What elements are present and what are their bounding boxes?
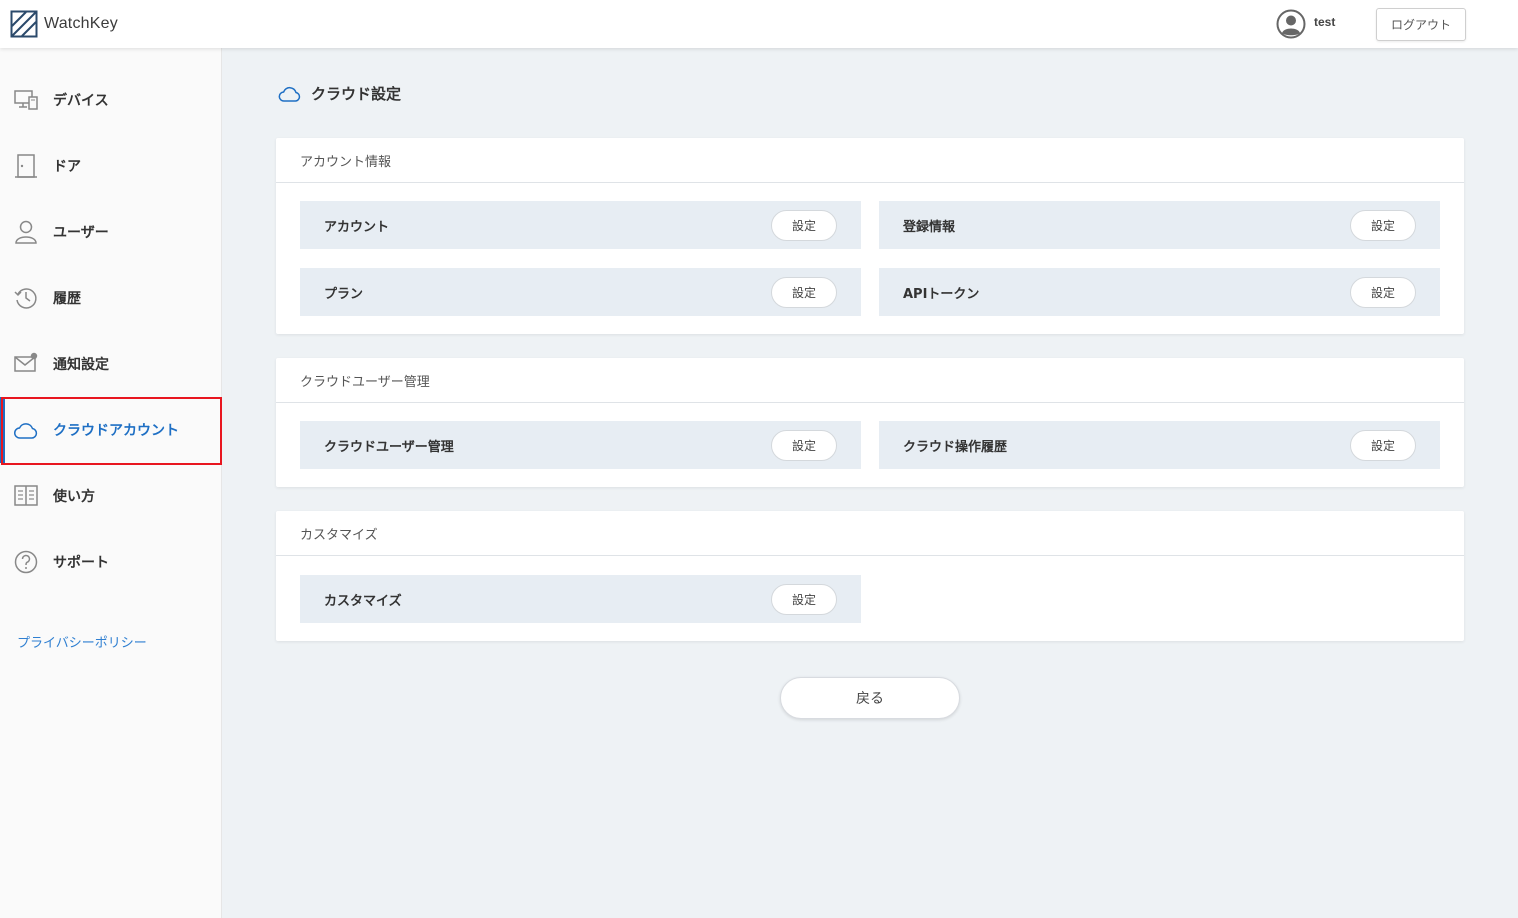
cloud-users-settings-button[interactable]: 設定: [771, 430, 837, 461]
sidebar-item-how-to-use[interactable]: 使い方: [0, 463, 222, 529]
sidebar-item-notifications[interactable]: 通知設定: [0, 331, 222, 397]
watchkey-logo-icon: [10, 10, 38, 38]
setting-row-registration: 登録情報 設定: [879, 201, 1440, 249]
setting-row-account: アカウント 設定: [300, 201, 861, 249]
account-settings-button[interactable]: 設定: [771, 210, 837, 241]
section-heading: カスタマイズ: [276, 511, 1464, 556]
back-button[interactable]: 戻る: [780, 677, 960, 719]
sidebar-item-label: クラウドアカウント: [53, 423, 179, 439]
user-avatar-icon: [1276, 9, 1306, 39]
section-heading: アカウント情報: [276, 138, 1464, 183]
sidebar-item-label: ユーザー: [53, 225, 109, 241]
logo[interactable]: WatchKey: [10, 10, 118, 38]
sidebar-item-label: デバイス: [53, 93, 109, 109]
section-customize: カスタマイズ カスタマイズ 設定: [276, 511, 1464, 641]
cloud-icon: [14, 423, 38, 439]
book-icon: [14, 485, 38, 506]
help-icon: [14, 550, 38, 574]
privacy-policy-link[interactable]: プライバシーポリシー: [17, 632, 147, 651]
setting-label: プラン: [324, 286, 364, 302]
user-menu[interactable]: test: [1276, 9, 1335, 39]
plan-settings-button[interactable]: 設定: [771, 277, 837, 308]
sidebar-item-history[interactable]: 履歴: [0, 265, 222, 331]
customize-settings-button[interactable]: 設定: [771, 584, 837, 615]
top-header: WatchKey test ログアウト: [0, 0, 1518, 48]
user-icon: [15, 220, 37, 244]
setting-label: クラウドユーザー管理: [324, 439, 454, 455]
sidebar-item-support[interactable]: サポート: [0, 529, 222, 595]
sidebar-item-users[interactable]: ユーザー: [0, 199, 222, 265]
door-icon: [15, 154, 37, 178]
page-title: クラウド設定: [278, 82, 401, 104]
sidebar-item-label: 履歴: [53, 291, 81, 307]
cloud-history-settings-button[interactable]: 設定: [1350, 430, 1416, 461]
logo-text: WatchKey: [44, 15, 118, 32]
user-name: test: [1314, 15, 1336, 29]
sidebar-item-label: 使い方: [53, 489, 95, 505]
logout-button[interactable]: ログアウト: [1376, 8, 1466, 41]
section-account-info: アカウント情報 アカウント 設定 登録情報 設定 プラン 設定 APIトークン …: [276, 138, 1464, 334]
sidebar: デバイス ドア ユーザー 履歴 通知設定 クラウドアカウント 使い方 サポート …: [0, 48, 222, 918]
setting-row-cloud-history: クラウド操作履歴 設定: [879, 421, 1440, 469]
setting-label: APIトークン: [903, 286, 980, 302]
section-heading: クラウドユーザー管理: [276, 358, 1464, 403]
history-icon: [14, 288, 37, 309]
setting-row-customize: カスタマイズ 設定: [300, 575, 861, 623]
sidebar-item-doors[interactable]: ドア: [0, 133, 222, 199]
setting-row-cloud-users: クラウドユーザー管理 設定: [300, 421, 861, 469]
setting-row-api-token: APIトークン 設定: [879, 268, 1440, 316]
setting-label: カスタマイズ: [324, 593, 402, 609]
mail-icon: [14, 352, 38, 372]
registration-settings-button[interactable]: 設定: [1350, 210, 1416, 241]
monitor-icon: [14, 90, 38, 110]
setting-label: クラウド操作履歴: [903, 439, 1008, 455]
setting-label: アカウント: [324, 219, 390, 235]
page-title-text: クラウド設定: [311, 84, 402, 103]
setting-label: 登録情報: [903, 219, 956, 235]
sidebar-item-label: ドア: [53, 159, 81, 175]
section-cloud-user-management: クラウドユーザー管理 クラウドユーザー管理 設定 クラウド操作履歴 設定: [276, 358, 1464, 487]
sidebar-item-devices[interactable]: デバイス: [0, 67, 222, 133]
sidebar-item-label: サポート: [53, 555, 109, 571]
setting-row-plan: プラン 設定: [300, 268, 861, 316]
api-token-settings-button[interactable]: 設定: [1350, 277, 1416, 308]
sidebar-item-label: 通知設定: [53, 357, 109, 373]
sidebar-item-cloud-account[interactable]: クラウドアカウント: [0, 397, 222, 465]
cloud-icon: [278, 86, 301, 102]
